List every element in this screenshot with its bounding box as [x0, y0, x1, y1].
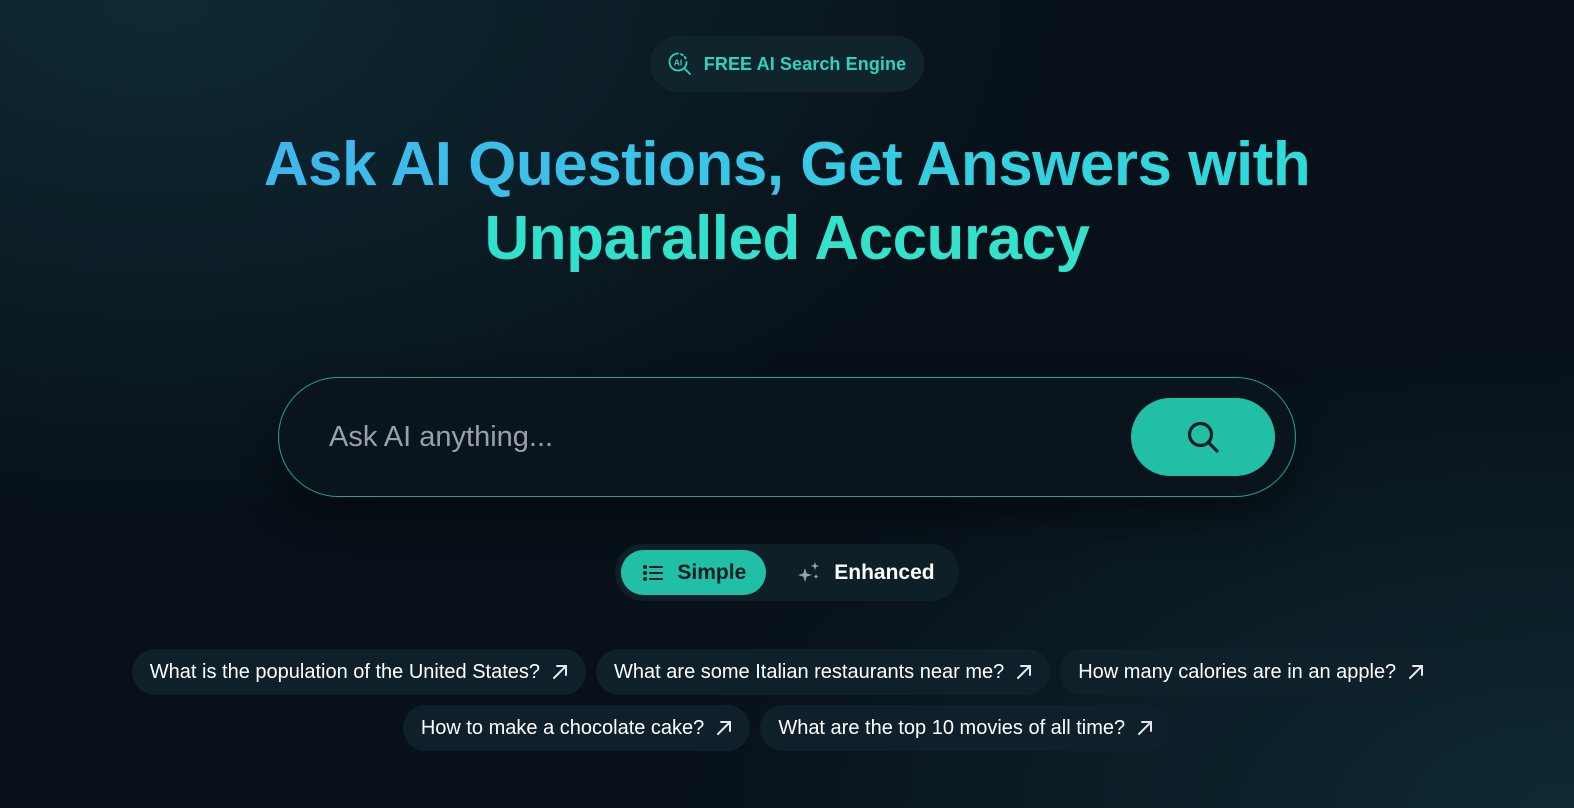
list-icon [641, 561, 665, 585]
suggestion-text: How to make a chocolate cake? [420, 716, 705, 739]
mode-simple-label: Simple [677, 560, 747, 584]
mode-simple[interactable]: Simple [621, 550, 767, 595]
suggestion-row: How to make a chocolate cake? What are t… [402, 705, 1172, 751]
suggestion-chip[interactable]: What are some Italian restaurants near m… [596, 649, 1051, 695]
page: AI FREE AI Search Engine Ask AI Question… [0, 0, 1574, 808]
arrow-up-right-icon [1135, 718, 1155, 738]
suggestion-text: What are some Italian restaurants near m… [614, 660, 1005, 683]
suggestion-chip[interactable]: How many calories are in an apple? [1060, 649, 1443, 695]
mode-enhanced[interactable]: Enhanced [796, 550, 935, 595]
mode-enhanced-label: Enhanced [834, 560, 935, 584]
suggestion-chip[interactable]: What is the population of the United Sta… [131, 649, 587, 695]
suggestion-row: What is the population of the United Sta… [131, 649, 1443, 695]
suggestion-chip[interactable]: What are the top 10 movies of all time? [760, 705, 1172, 751]
suggestion-text: What is the population of the United Sta… [149, 660, 541, 683]
arrow-up-right-icon [1406, 662, 1426, 682]
arrow-up-right-icon [714, 718, 734, 738]
suggestions: What is the population of the United Sta… [131, 649, 1443, 751]
headline-line-2: Unparalled Accuracy [264, 202, 1310, 276]
arrow-up-right-icon [550, 662, 570, 682]
badge-text: FREE AI Search Engine [703, 53, 907, 74]
ai-search-icon: AI [666, 50, 694, 78]
search-input[interactable] [327, 419, 1131, 455]
suggestion-text: How many calories are in an apple? [1078, 660, 1397, 683]
search-icon [1183, 417, 1223, 457]
free-ai-badge: AI FREE AI Search Engine [649, 36, 925, 92]
svg-text:AI: AI [674, 58, 683, 68]
suggestion-text: What are the top 10 movies of all time? [778, 716, 1126, 739]
suggestion-chip[interactable]: How to make a chocolate cake? [402, 705, 751, 751]
arrow-up-right-icon [1014, 662, 1034, 682]
search-button[interactable] [1131, 398, 1275, 476]
search-bar [278, 377, 1296, 497]
headline-line-1: Ask AI Questions, Get Answers with [264, 128, 1311, 202]
mode-toggle: Simple Enhanced [615, 544, 959, 601]
page-title: Ask AI Questions, Get Answers with Unpar… [264, 128, 1311, 276]
sparkles-icon [796, 560, 822, 586]
